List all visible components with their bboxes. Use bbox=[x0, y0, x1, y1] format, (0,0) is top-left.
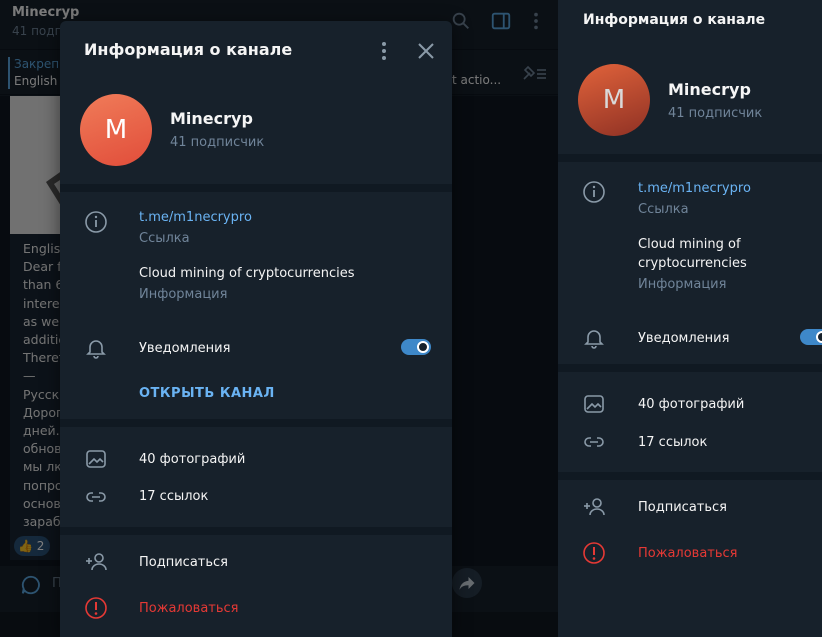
report-icon bbox=[85, 597, 107, 619]
links-count[interactable]: 17 ссылок bbox=[139, 489, 208, 504]
toggle-knob bbox=[816, 331, 822, 343]
notifications-toggle[interactable] bbox=[800, 329, 822, 345]
channel-info-line: Cloud mining of bbox=[638, 237, 741, 252]
open-channel-button[interactable]: ОТКРЫТЬ КАНАЛ bbox=[139, 386, 275, 401]
report-button[interactable]: Пожаловаться bbox=[139, 601, 239, 616]
link-icon bbox=[86, 492, 106, 502]
subscriber-count: 41 подписчик bbox=[668, 106, 763, 121]
divider bbox=[60, 184, 452, 192]
photo-icon bbox=[86, 450, 106, 468]
report-icon bbox=[583, 542, 605, 564]
notifications-label: Уведомления bbox=[638, 331, 730, 346]
photos-count[interactable]: 40 фотографий bbox=[638, 397, 744, 412]
link-icon bbox=[584, 437, 604, 447]
avatar[interactable]: M bbox=[80, 94, 152, 166]
divider bbox=[558, 154, 822, 162]
notifications-toggle[interactable] bbox=[401, 339, 431, 355]
divider bbox=[60, 527, 452, 535]
channel-link[interactable]: t.me/m1necrypro bbox=[638, 181, 751, 196]
links-count[interactable]: 17 ссылок bbox=[638, 435, 707, 450]
divider bbox=[558, 472, 822, 480]
info-label: Информация bbox=[638, 277, 727, 292]
channel-info: Cloud mining of cryptocurrencies bbox=[139, 266, 355, 281]
link-label: Ссылка bbox=[139, 231, 190, 246]
subscribe-button[interactable]: Подписаться bbox=[638, 500, 727, 515]
more-vertical-icon[interactable] bbox=[372, 39, 396, 63]
channel-info-dialog: Информация о канале M Minecryp 41 подпис… bbox=[60, 21, 452, 637]
divider bbox=[60, 419, 452, 427]
bell-icon bbox=[86, 340, 106, 359]
close-icon[interactable] bbox=[414, 39, 438, 63]
channel-name: Minecryp bbox=[170, 109, 253, 128]
channel-name: Minecryp bbox=[668, 80, 751, 99]
link-label: Ссылка bbox=[638, 202, 689, 217]
divider bbox=[558, 364, 822, 372]
dialog-title: Информация о канале bbox=[84, 40, 293, 59]
info-icon bbox=[583, 181, 605, 203]
side-panel: Информация о канале M Minecryp 41 подпис… bbox=[558, 0, 822, 637]
notifications-label: Уведомления bbox=[139, 341, 231, 356]
side-panel-title: Информация о канале bbox=[583, 12, 766, 28]
subscribe-button[interactable]: Подписаться bbox=[139, 555, 228, 570]
add-user-icon bbox=[86, 553, 107, 571]
avatar[interactable]: M bbox=[578, 64, 650, 136]
report-button[interactable]: Пожаловаться bbox=[638, 546, 738, 561]
channel-link[interactable]: t.me/m1necrypro bbox=[139, 210, 252, 225]
bell-icon bbox=[584, 330, 604, 349]
photo-icon bbox=[584, 395, 604, 413]
subscriber-count: 41 подписчик bbox=[170, 135, 265, 150]
info-icon bbox=[85, 211, 107, 233]
add-user-icon bbox=[584, 498, 605, 516]
photos-count[interactable]: 40 фотографий bbox=[139, 452, 245, 467]
toggle-knob bbox=[417, 341, 429, 353]
info-label: Информация bbox=[139, 287, 228, 302]
channel-info-line: cryptocurrencies bbox=[638, 256, 747, 271]
